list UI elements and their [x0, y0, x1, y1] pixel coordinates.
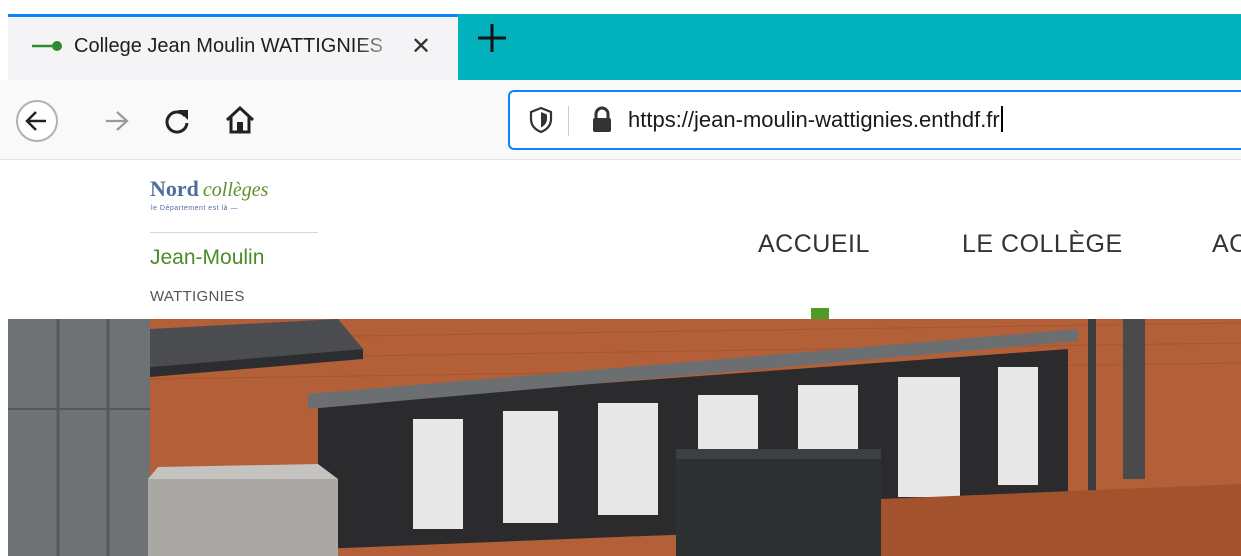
logo-tagline: le Département est là — [151, 205, 238, 212]
menu-item-truncated[interactable]: AC [1212, 230, 1241, 259]
url-text: https://jean-moulin-wattignies.enthdf.fr [628, 107, 1000, 132]
forward-arrow-icon[interactable] [102, 108, 132, 134]
url-input[interactable]: https://jean-moulin-wattignies.enthdf.fr [628, 106, 1003, 133]
web-page: Nord collèges le Département est là — Jea… [0, 160, 1241, 556]
nord-colleges-logo[interactable]: Nord collèges [150, 176, 268, 202]
back-button[interactable] [16, 100, 58, 142]
text-caret [1000, 106, 1003, 132]
logo-brand-suffix: collèges [202, 179, 269, 201]
close-tab-icon[interactable]: ✕ [411, 35, 431, 59]
address-bar-separator [568, 106, 569, 136]
back-arrow-icon [25, 111, 46, 131]
menu-item-le-college[interactable]: LE COLLÈGE [962, 230, 1123, 259]
tab-strip: College Jean Moulin WATTIGNIES ✕ [0, 0, 1241, 80]
home-icon[interactable] [224, 104, 256, 136]
logo-divider [150, 232, 318, 233]
tab-active[interactable]: College Jean Moulin WATTIGNIES ✕ [8, 14, 458, 80]
hero-image [8, 319, 1241, 556]
navigation-toolbar: https://jean-moulin-wattignies.enthdf.fr [0, 80, 1241, 160]
school-name[interactable]: Jean-Moulin [150, 246, 264, 270]
school-city: WATTIGNIES [150, 288, 245, 305]
tab-strip-background [458, 14, 1241, 80]
tab-title: College Jean Moulin WATTIGNIES [74, 35, 383, 57]
lock-icon[interactable] [590, 106, 614, 134]
tracking-protection-shield-icon[interactable] [528, 106, 554, 134]
reload-icon[interactable] [162, 106, 192, 136]
address-bar[interactable]: https://jean-moulin-wattignies.enthdf.fr [508, 90, 1241, 150]
arrow-favicon-icon [32, 41, 62, 51]
plus-icon[interactable] [472, 18, 512, 58]
logo-brand: Nord [150, 176, 199, 201]
menu-item-accueil[interactable]: ACCUEIL [758, 230, 870, 259]
